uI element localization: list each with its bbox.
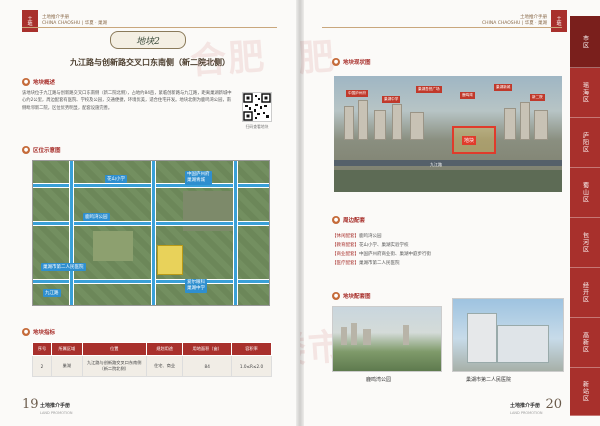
table-heading: ● 地块指标: [22, 328, 56, 336]
side-tab-baohe[interactable]: 包河区: [570, 218, 600, 268]
table-header: 容积率: [231, 342, 272, 356]
district-sidebar: 市区 瑶海区 庐阳区 蜀山区 包河区 经开区 高新区 新站区: [570, 16, 600, 416]
support-item: 【商业配套】中国庐州府商业街、巢湖中庭步行街: [332, 252, 431, 257]
table-header: 位置: [81, 342, 147, 356]
section-dot-icon: ●: [22, 328, 30, 336]
map-label: 爱尔眼科 巢湖中学: [185, 279, 207, 293]
right-brand: 土地推介手册 CHINA CHAOSHU | 华夏 · 巢湖 土地: [482, 10, 567, 32]
left-brand: 土地 土地推介手册 CHINA CHAOSHU | 华夏 · 巢湖: [22, 10, 107, 32]
map-road: [151, 161, 156, 305]
park-caption: 鹿鸣湾公园: [366, 377, 392, 383]
hospital-caption: 巢湖市第二人民医院: [466, 377, 512, 383]
status-heading: ● 地块现状图: [332, 58, 371, 66]
plot-index-table: 序号 所属区域 位置 规划用途 用地面积（亩） 容积率 2 巢湖 九江路与创新路…: [32, 342, 272, 377]
brand-text: 土地推介手册 CHINA CHAOSHU | 华夏 · 巢湖: [482, 15, 547, 26]
section-dot-icon: ●: [22, 78, 30, 86]
aerial-tag: 鹿鸣湾: [460, 92, 475, 99]
aerial-ground: [334, 170, 562, 192]
section-dot-icon: ●: [332, 216, 340, 224]
page-subcaption: LAND PROMOTION: [40, 411, 73, 415]
building: [534, 110, 548, 140]
section-dot-icon: ●: [332, 292, 340, 300]
aerial-photo[interactable]: 地块 中国庐州府 巢湖中学 巢湖吾悦广场 鹿鸣湾 巢湖新城 新二院 九江路: [334, 76, 562, 192]
table-header: 所属区域: [50, 342, 83, 356]
side-tab-luyang[interactable]: 庐阳区: [570, 118, 600, 168]
building: [344, 106, 354, 140]
overview-heading: ● 地块概述: [22, 78, 56, 86]
building: [374, 110, 386, 140]
section-dot-icon: ●: [22, 146, 30, 154]
map-label: 花山小学: [105, 175, 127, 183]
road-label: 九江路: [430, 162, 442, 167]
map-label: 巢湖市第二人民医院: [41, 263, 86, 271]
left-page: 土地 土地推介手册 CHINA CHAOSHU | 华夏 · 巢湖 合肥 楼市 …: [0, 0, 300, 426]
table-row: 2 巢湖 九江路与创新路交叉口东南侧（新二院北侧） 住宅、商业 84 1.0≤R…: [32, 355, 272, 377]
page-subcaption: LAND PROMOTION: [510, 411, 543, 415]
aerial-tag: 巢湖中学: [382, 96, 401, 103]
plot-highlight[interactable]: [157, 245, 183, 275]
map-label: 九江路: [43, 289, 61, 297]
building: [410, 112, 424, 140]
map-road: [233, 161, 238, 305]
building: [392, 104, 402, 140]
table-header: 用地面积（亩）: [182, 342, 232, 356]
overview-text: 该地块位于九江路与创新路交叉口东南侧（新二院北侧），占地约84亩，紧临创新路与九…: [22, 91, 232, 111]
watermark: 合肥: [188, 35, 268, 83]
watermark: 合肥: [300, 35, 338, 83]
brand-text: 土地推介手册 CHINA CHAOSHU | 华夏 · 巢湖: [42, 15, 107, 26]
side-tab-shushan[interactable]: 蜀山区: [570, 168, 600, 218]
building: [504, 108, 516, 140]
photos-heading: ● 地块配套图: [332, 292, 371, 300]
side-tab-xinzhan[interactable]: 新站区: [570, 368, 600, 416]
side-tab-gaoxin[interactable]: 高新区: [570, 318, 600, 368]
plot-badge: 地块2: [110, 31, 186, 49]
support-item: 【教育配套】花山小学、巢湖实验学校: [332, 243, 409, 248]
support-item: 【休闲配套】鹿鸣湾公园: [332, 234, 382, 239]
support-heading: ● 周边配套: [332, 216, 366, 224]
page-caption: 土地推介手册: [40, 403, 71, 409]
brand-seal: 土地: [22, 10, 38, 32]
brand-divider: [22, 27, 277, 28]
brand-seal: 土地: [551, 10, 567, 32]
aerial-tag: 巢湖新城: [494, 84, 513, 91]
side-tab-jingkai[interactable]: 经开区: [570, 268, 600, 318]
brand-divider: [322, 27, 562, 28]
aerial-road: [334, 160, 562, 166]
plot-label: 地块: [462, 136, 477, 145]
building: [358, 100, 368, 140]
aerial-tag: 新二院: [530, 94, 545, 101]
location-heading: ● 区位示意图: [22, 146, 61, 154]
map-road: [69, 161, 74, 305]
qr-caption: 扫码查看地块: [245, 124, 269, 129]
support-list: 【休闲配套】鹿鸣湾公园 【教育配套】花山小学、巢湖实验学校 【商业配套】中国庐州…: [332, 232, 532, 268]
page-number: 20: [545, 397, 562, 412]
side-tab-shiqu[interactable]: 市区: [570, 16, 600, 68]
page-caption: 土地推介手册: [510, 403, 541, 409]
book-gutter: [296, 0, 304, 426]
page-title: 九江路与创新路交叉口东南侧（新二院北侧）: [70, 58, 230, 67]
aerial-tag: 巢湖吾悦广场: [416, 86, 442, 93]
right-page: 土地推介手册 CHINA CHAOSHU | 华夏 · 巢湖 土地 合肥 楼市 …: [300, 0, 600, 426]
table-header: 规划用途: [145, 342, 184, 356]
table-header: 序号: [32, 342, 52, 356]
side-tab-yaohai[interactable]: 瑶海区: [570, 68, 600, 118]
map-label: 鹿鸣湾公园: [83, 213, 110, 221]
page-number: 19: [22, 397, 39, 412]
park-photo[interactable]: [332, 306, 442, 372]
building: [520, 102, 530, 140]
support-item: 【医疗配套】巢湖市第二人民医院: [332, 261, 400, 266]
hospital-photo[interactable]: [452, 298, 564, 372]
section-dot-icon: ●: [332, 58, 340, 66]
map-label: 中国庐州府 巢湖青城: [185, 171, 212, 185]
location-map[interactable]: 花山小学 中国庐州府 巢湖青城 鹿鸣湾公园 巢湖市第二人民医院 九江路 爱尔眼科…: [32, 160, 270, 306]
qr-code-icon[interactable]: [242, 92, 272, 122]
aerial-tag: 中国庐州府: [346, 90, 368, 97]
